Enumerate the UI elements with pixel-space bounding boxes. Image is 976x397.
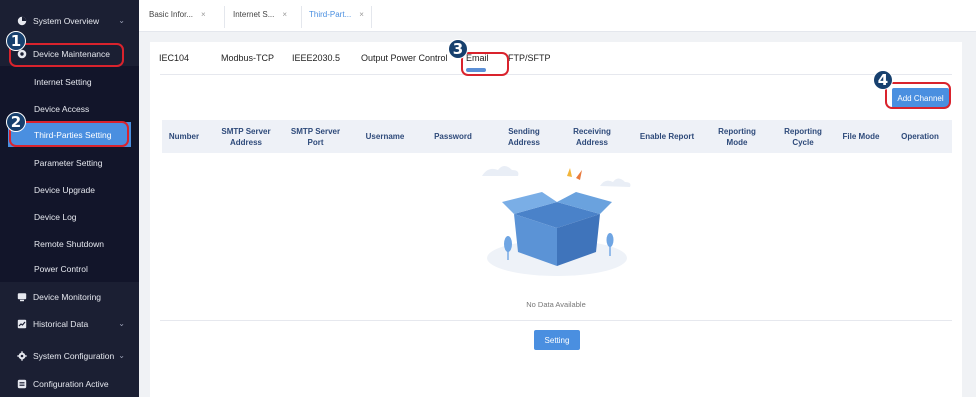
column-header-reporting-cycle: Reporting Cycle	[784, 126, 822, 147]
sidebar-item-label: Remote Shutdown	[34, 238, 104, 249]
chart-icon	[17, 319, 27, 329]
sidebar-item-power-control[interactable]: Power Control	[0, 255, 139, 282]
tab-label: Third-Part...	[309, 10, 352, 19]
column-header-sending-address: Sending Address	[507, 126, 540, 147]
column-header-file-mode: File Mode	[842, 132, 880, 141]
protocol-tab-ftp-sftp[interactable]: FTP/SFTP	[508, 53, 551, 63]
tab-divider	[301, 6, 302, 28]
column-header-smtp-server-port: SMTP Server Port	[290, 126, 341, 147]
sidebar-item-internet-setting[interactable]: Internet Setting	[0, 68, 139, 95]
protocol-tab-output-power-control[interactable]: Output Power Control	[361, 53, 448, 63]
column-header-username: Username	[365, 132, 405, 141]
empty-state-text: No Data Available	[526, 300, 586, 309]
sidebar-item-label: System Overview	[33, 15, 100, 26]
gear-icon	[17, 350, 27, 361]
sidebar-item-configuration-active[interactable]: Configuration Active	[0, 370, 139, 397]
sidebar-item-label: Device Monitoring	[33, 291, 102, 302]
close-icon[interactable]: ×	[201, 10, 206, 19]
sidebar-item-label: Historical Data	[33, 318, 89, 329]
content-panel: IEC104 Modbus-TCP IEEE2030.5 Output Powe…	[150, 42, 962, 397]
step-badge: 2	[6, 112, 26, 132]
tab-label: Basic Infor...	[149, 10, 194, 19]
tab-divider	[224, 6, 225, 28]
sidebar-item-label: Power Control	[34, 263, 88, 274]
column-header-enable-report: Enable Report	[639, 132, 695, 141]
pie-chart-icon	[17, 16, 27, 26]
sidebar-item-historical-data[interactable]: Historical Data ⌄	[0, 310, 139, 337]
column-header-smtp-server-address: SMTP Server Address	[221, 126, 271, 147]
column-header-number: Number	[168, 132, 200, 141]
sidebar-item-system-overview[interactable]: System Overview ⌄	[0, 7, 139, 34]
step-badge: 1	[6, 31, 26, 51]
protocol-tab-modbus-tcp[interactable]: Modbus-TCP	[221, 53, 274, 63]
table-header: Number SMTP Server Address SMTP Server Por…	[162, 120, 952, 153]
sidebar-item-system-configuration[interactable]: System Configuration ⌄	[0, 342, 139, 369]
annotation-highlight	[9, 121, 129, 147]
sidebar-item-label: Internet Setting	[34, 76, 92, 87]
chevron-down-icon: ⌄	[118, 319, 125, 328]
protocol-tab-ieee2030-5[interactable]: IEEE2030.5	[292, 53, 340, 63]
close-icon[interactable]: ×	[359, 10, 364, 19]
sidebar-item-label: Configuration Active	[33, 378, 109, 389]
sidebar-item-device-monitoring[interactable]: Device Monitoring	[0, 283, 139, 310]
tab-third-parties[interactable]: Third-Part... ×	[309, 10, 364, 19]
annotation-highlight	[9, 43, 124, 67]
sidebar-item-device-upgrade[interactable]: Device Upgrade	[0, 176, 139, 203]
tab-divider	[371, 6, 372, 28]
list-icon	[17, 379, 27, 389]
divider	[160, 74, 952, 75]
setting-button[interactable]: Setting	[534, 330, 580, 350]
chevron-down-icon: ⌄	[118, 351, 125, 360]
sidebar-item-remote-shutdown[interactable]: Remote Shutdown	[0, 230, 139, 257]
protocol-tab-iec104[interactable]: IEC104	[159, 53, 189, 63]
sidebar-item-label: Parameter Setting	[34, 157, 103, 168]
column-header-receiving-address: Receiving Address	[573, 126, 611, 147]
sidebar-item-label: Device Access	[34, 103, 90, 114]
sidebar-item-device-log[interactable]: Device Log	[0, 203, 139, 230]
tab-internet-setting[interactable]: Internet S... ×	[233, 10, 287, 19]
column-header-password: Password	[434, 132, 472, 141]
tab-basic-info[interactable]: Basic Infor... ×	[149, 10, 206, 19]
tab-bar: Basic Infor... × Internet S... × Third-P…	[139, 0, 976, 32]
monitor-icon	[17, 292, 27, 302]
step-badge: 3	[448, 39, 468, 59]
column-header-operation: Operation	[901, 132, 939, 141]
tab-label: Internet S...	[233, 10, 275, 19]
sidebar-item-label: System Configuration	[33, 350, 115, 361]
annotation-highlight	[885, 82, 951, 109]
annotation-highlight	[461, 52, 509, 76]
column-header-reporting-mode: Reporting Mode	[718, 126, 756, 147]
sidebar-item-label: Device Log	[34, 211, 77, 222]
empty-box-illustration	[482, 166, 631, 276]
chevron-down-icon: ⌄	[118, 16, 125, 25]
step-badge: 4	[873, 70, 893, 90]
sidebar-item-parameter-setting[interactable]: Parameter Setting	[0, 149, 139, 176]
close-icon[interactable]: ×	[282, 10, 287, 19]
sidebar-item-label: Device Upgrade	[34, 184, 95, 195]
divider	[160, 320, 952, 321]
